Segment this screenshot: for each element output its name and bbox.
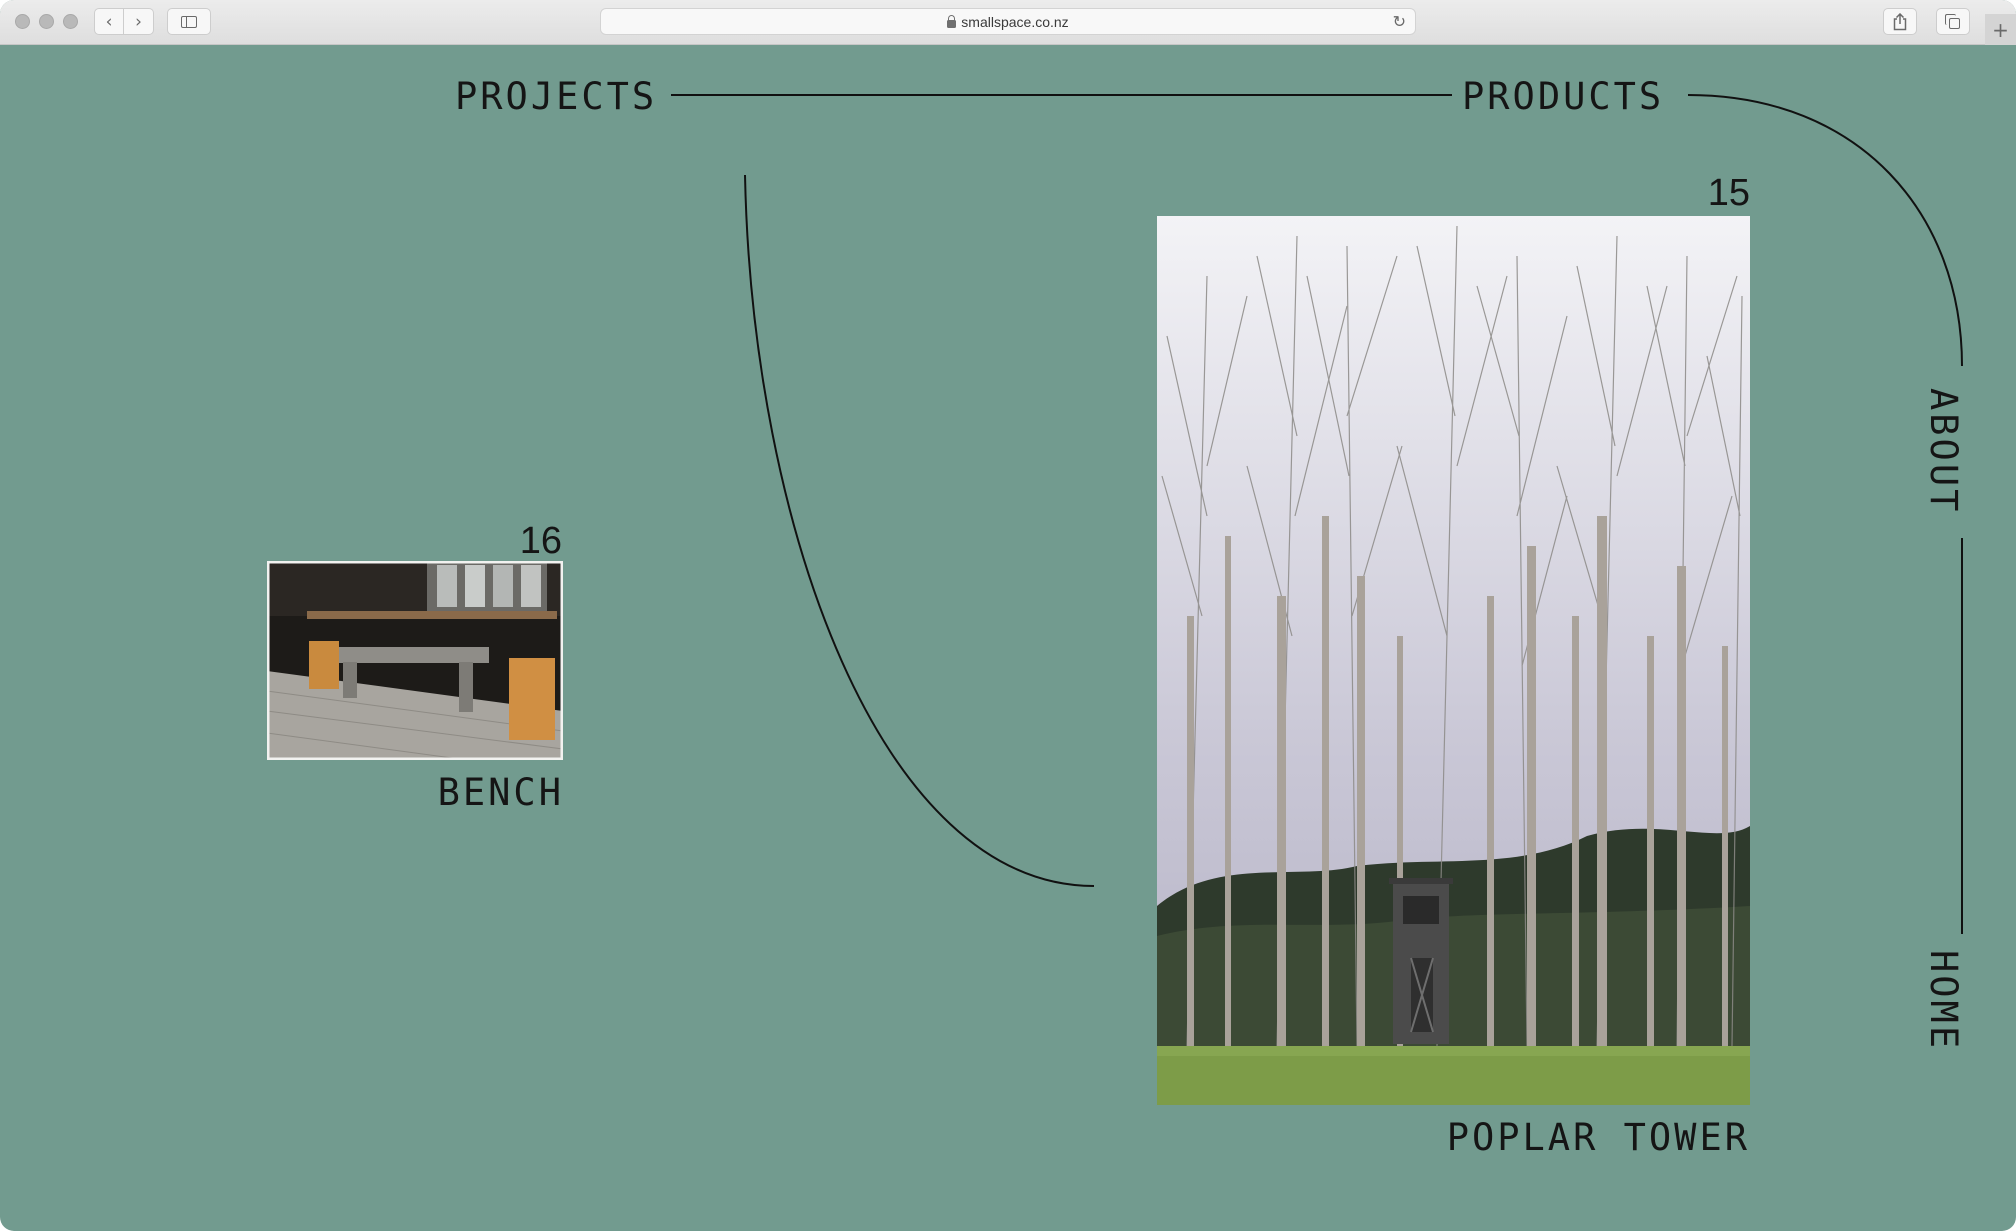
tower-structure [1389, 878, 1453, 1044]
plus-icon: + [1992, 17, 2009, 42]
lock-icon [947, 14, 957, 28]
bench-photo [267, 561, 563, 760]
nav-link-about[interactable]: ABOUT [1922, 388, 1965, 514]
decorative-curve [744, 174, 1095, 887]
nav-link-projects[interactable]: PROJECTS [455, 78, 657, 115]
item-title-link[interactable]: BENCH [300, 774, 564, 811]
sidebar-icon [181, 15, 197, 28]
bench-image-link[interactable] [267, 561, 563, 760]
page-content: PROJECTS PRODUCTS ABOUT HOME 16 BENCH 15… [0, 44, 2016, 1231]
reload-icon[interactable]: ↻ [1393, 12, 1406, 31]
forward-button[interactable]: › [124, 8, 154, 35]
back-button[interactable]: ‹ [94, 8, 124, 35]
nav-link-products[interactable]: PRODUCTS [1462, 78, 1664, 115]
share-icon [1893, 12, 1907, 30]
show-tabs-button[interactable] [1936, 8, 1970, 35]
chevron-right-icon: › [135, 11, 142, 32]
url-text: smallspace.co.nz [961, 13, 1069, 30]
poplar-tower-image-link[interactable] [1157, 216, 1750, 1105]
close-window-button[interactable] [15, 14, 30, 29]
browser-window: ‹ › smallspace.co.nz ↻ + PROJECTS PRODUC… [0, 0, 2016, 1231]
sidebar-toggle-button[interactable] [167, 8, 211, 35]
item-title-link[interactable]: POPLAR TOWER [1300, 1119, 1750, 1156]
zoom-window-button[interactable] [63, 14, 78, 29]
address-bar[interactable]: smallspace.co.nz ↻ [600, 8, 1416, 35]
chevron-left-icon: ‹ [105, 11, 113, 32]
item-number: 15 [1707, 172, 1750, 214]
minimize-window-button[interactable] [39, 14, 54, 29]
new-tab-button[interactable]: + [1985, 14, 2016, 45]
item-number: 16 [519, 520, 562, 562]
nav-link-home[interactable]: HOME [1922, 950, 1965, 1051]
poplar-tower-photo [1157, 216, 1750, 1105]
share-button[interactable] [1883, 8, 1917, 35]
tabs-icon [1945, 13, 1960, 29]
browser-toolbar: ‹ › smallspace.co.nz ↻ + [0, 0, 2016, 45]
